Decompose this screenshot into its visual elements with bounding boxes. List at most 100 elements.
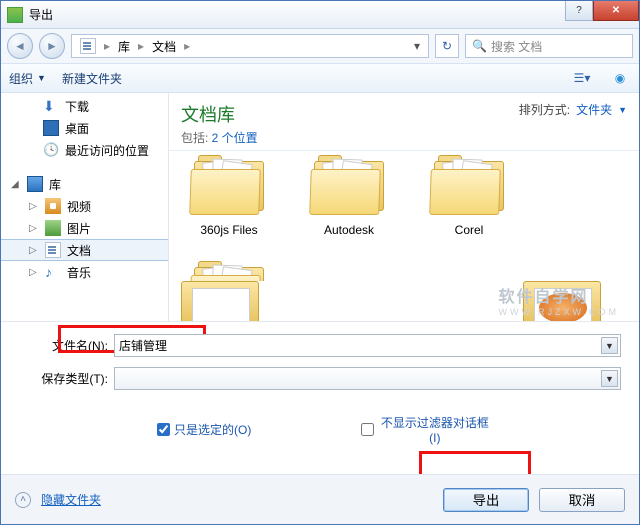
only-selected-checkbox[interactable]: 只是选定的(O) (157, 414, 251, 445)
sidebar-item-label: 桌面 (65, 120, 89, 137)
folder-icon (310, 155, 388, 219)
picture-icon (45, 220, 61, 236)
nav-row: ◄ ► ▸ 库 ▸ 文档 ▸ ▾ ↻ 🔍 搜索 文档 (1, 29, 639, 63)
content-pane: 文档库 包括: 2 个位置 排列方式: 文件夹 ▼ 360js Files Au… (169, 93, 639, 321)
search-placeholder: 搜索 文档 (491, 38, 542, 55)
organize-label: 组织 (9, 70, 33, 87)
breadcrumb-dropdown[interactable]: ▾ (408, 39, 426, 53)
only-selected-label: 只是选定的(O) (174, 421, 251, 438)
titlebar: 导出 ? ✕ (1, 1, 639, 29)
caret-down-icon: ◢ (11, 179, 21, 190)
sidebar-item-label: 视频 (67, 198, 91, 215)
filename-row: 文件名(N): 店铺管理 ▼ (19, 334, 621, 357)
chevron-right-icon: ▸ (102, 39, 112, 53)
filename-label: 文件名(N): (19, 337, 114, 354)
folder-icon (190, 155, 268, 219)
chevron-down-icon: ▼ (37, 73, 46, 83)
folder-item-partial[interactable] (181, 281, 259, 321)
folder-item[interactable]: Corel (181, 261, 277, 281)
window-title: 导出 (29, 6, 565, 23)
sidebar-item-label: 下载 (65, 98, 89, 115)
window-controls: ? ✕ (565, 1, 639, 21)
folder-item[interactable]: Autodesk (301, 155, 397, 237)
sort-control: 排列方式: 文件夹 ▼ (519, 101, 627, 118)
export-button[interactable]: 导出 (443, 488, 529, 512)
doc-icon (80, 38, 96, 54)
sidebar-item-pictures[interactable]: ▷图片 (1, 217, 168, 239)
no-filter-dialog-checkbox[interactable]: 不显示过滤器对话框(I) (361, 414, 491, 445)
filetype-label: 保存类型(T): (19, 370, 114, 387)
folder-grid-row2 (169, 281, 639, 321)
caret-right-icon: ▷ (29, 223, 39, 234)
library-locations-link[interactable]: 2 个位置 (212, 131, 258, 145)
folder-item[interactable]: 360js Files (181, 155, 277, 237)
new-folder-button[interactable]: 新建文件夹 (62, 70, 122, 87)
breadcrumb-libraries[interactable]: 库 (112, 35, 136, 57)
sidebar-item-downloads[interactable]: 下载 (1, 95, 168, 117)
app-icon (7, 7, 23, 23)
sidebar-item-label: 最近访问的位置 (65, 142, 149, 159)
organize-menu[interactable]: 组织 ▼ (9, 70, 46, 87)
folder-label: 360js Files (181, 223, 277, 237)
sidebar-item-documents[interactable]: ▷ 文档 (1, 239, 168, 261)
filetype-select[interactable]: ▼ (114, 367, 621, 390)
export-dialog: 导出 ? ✕ ◄ ► ▸ 库 ▸ 文档 ▸ ▾ ↻ 🔍 搜索 文档 组织 ▼ (0, 0, 640, 525)
view-options-button[interactable]: ☰▾ (571, 67, 593, 89)
caret-right-icon: ▷ (29, 245, 39, 256)
music-icon (45, 264, 61, 280)
body: 下载 桌面 最近访问的位置 ◢库 ▷视频 ▷图片 ▷文档 ▷音乐 文档库 包括:… (1, 93, 639, 321)
no-filter-dialog-label: 不显示过滤器对话框(I) (378, 414, 491, 445)
folder-grid: 360js Files Autodesk Corel Corel (169, 150, 639, 281)
document-icon (45, 242, 61, 258)
desktop-icon (43, 120, 59, 136)
folder-item[interactable]: Corel (421, 155, 517, 237)
only-selected-input[interactable] (157, 423, 170, 436)
sidebar-item-label: 音乐 (67, 264, 91, 281)
video-icon (45, 198, 61, 214)
cancel-button[interactable]: 取消 (539, 488, 625, 512)
chevron-down-icon[interactable]: ▼ (601, 370, 618, 387)
toolbar: 组织 ▼ 新建文件夹 ☰▾ ◉ (1, 63, 639, 93)
close-button[interactable]: ✕ (593, 1, 639, 21)
caret-right-icon: ▷ (29, 267, 39, 278)
filename-value: 店铺管理 (119, 337, 167, 354)
folder-label: Autodesk (301, 223, 397, 237)
form-area: 文件名(N): 店铺管理 ▼ 保存类型(T): ▼ 只是选定的(O) (1, 321, 639, 459)
sidebar-item-videos[interactable]: ▷ 视频 (1, 195, 168, 217)
chevron-right-icon: ▸ (182, 39, 192, 53)
footer: ˄ 隐藏文件夹 导出 取消 (1, 474, 639, 524)
sidebar-item-desktop[interactable]: 桌面 (1, 117, 168, 139)
chevron-right-icon: ▸ (136, 39, 146, 53)
caret-right-icon: ▷ (29, 201, 39, 212)
hide-folders-link[interactable]: 隐藏文件夹 (41, 491, 101, 508)
filename-input[interactable]: 店铺管理 ▼ (114, 334, 621, 357)
breadcrumb-documents[interactable]: 文档 (146, 35, 182, 57)
sidebar-item-label: 库 (49, 176, 61, 193)
filetype-row: 保存类型(T): ▼ (19, 367, 621, 390)
chevron-down-icon[interactable]: ▼ (601, 337, 618, 354)
folder-item-partial[interactable] (523, 281, 601, 321)
sidebar-item-libraries[interactable]: ◢库 (1, 173, 168, 195)
breadcrumb[interactable]: ▸ 库 ▸ 文档 ▸ ▾ (71, 34, 429, 58)
sidebar-item-label: 文档 (67, 242, 91, 259)
recent-icon (43, 142, 59, 158)
library-subtitle: 包括: 2 个位置 (181, 129, 258, 146)
sidebar: 下载 桌面 最近访问的位置 ◢库 ▷视频 ▷图片 ▷文档 ▷音乐 (1, 93, 169, 321)
folder-icon (190, 261, 268, 281)
sidebar-item-recent[interactable]: 最近访问的位置 (1, 139, 168, 161)
back-button[interactable]: ◄ (7, 33, 33, 59)
folder-icon (430, 155, 508, 219)
refresh-button[interactable]: ↻ (435, 34, 459, 58)
chevron-down-icon[interactable]: ▼ (618, 105, 627, 115)
library-header: 文档库 包括: 2 个位置 排列方式: 文件夹 ▼ (169, 93, 639, 150)
library-title: 文档库 (181, 101, 258, 127)
sort-label: 排列方式: (519, 101, 570, 118)
help-icon-button[interactable]: ◉ (609, 67, 631, 89)
sidebar-item-music[interactable]: ▷ 音乐 (1, 261, 168, 283)
expand-up-icon[interactable]: ˄ (15, 492, 31, 508)
help-button[interactable]: ? (565, 1, 593, 21)
search-input[interactable]: 🔍 搜索 文档 (465, 34, 633, 58)
forward-button[interactable]: ► (39, 33, 65, 59)
no-filter-dialog-input[interactable] (361, 423, 374, 436)
sort-value[interactable]: 文件夹 (576, 101, 612, 118)
